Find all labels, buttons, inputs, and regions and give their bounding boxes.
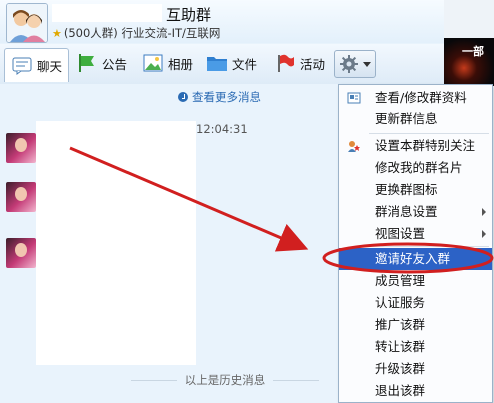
menu-item-label: 退出该群 — [375, 383, 426, 398]
menu-item-label: 推广该群 — [375, 317, 426, 332]
tab-files-label: 文件 — [232, 56, 258, 72]
group-settings-menu: 查看/修改群资料 更新群信息 设置本群特别关注 修改我的群名片 更换群图标 群消… — [338, 84, 493, 403]
history-divider: 以上是历史消息 — [110, 372, 340, 388]
settings-menu-button[interactable] — [334, 50, 376, 78]
flag-icon — [274, 53, 296, 73]
menu-item-label: 更换群图标 — [375, 182, 438, 197]
menu-item-label: 认证服务 — [375, 295, 426, 310]
menu-item-certification[interactable]: 认证服务 — [339, 292, 492, 314]
menu-item-member-management[interactable]: 成员管理 — [339, 270, 492, 292]
group-info-text: (500人群) 行业交流-IT/互联网 — [63, 26, 221, 40]
group-avatar-icon — [7, 4, 47, 42]
tab-activity[interactable]: 活动 — [274, 48, 325, 78]
ad-text: 一部 — [462, 45, 484, 58]
group-name-mask — [52, 4, 162, 22]
menu-item-promote[interactable]: 推广该群 — [339, 314, 492, 336]
clock-icon — [178, 92, 188, 102]
group-name[interactable]: 互助群 — [166, 4, 211, 25]
menu-item-transfer[interactable]: 转让该群 — [339, 336, 492, 358]
tab-notice-label: 公告 — [102, 56, 128, 72]
chevron-right-icon — [482, 208, 486, 216]
menu-item-update-info[interactable]: 更新群信息 — [339, 108, 492, 130]
menu-divider — [369, 246, 489, 247]
menu-item-label: 邀请好友入群 — [375, 251, 451, 266]
star-icon: ★ — [52, 27, 62, 40]
more-messages-link[interactable]: 查看更多消息 — [178, 89, 261, 105]
menu-item-label: 修改我的群名片 — [375, 160, 463, 175]
tab-chat-label: 聊天 — [37, 59, 63, 74]
chevron-down-icon — [363, 62, 371, 67]
menu-divider — [369, 133, 489, 134]
gear-icon — [340, 55, 358, 73]
menu-item-upgrade[interactable]: 升级该群 — [339, 358, 492, 380]
menu-item-special-follow[interactable]: 设置本群特别关注 — [339, 135, 492, 157]
menu-item-leave-group[interactable]: 退出该群 — [339, 380, 492, 402]
photo-icon — [142, 53, 164, 73]
group-header: 互助群 ★ (500人群) 行业交流-IT/互联网 — [0, 0, 444, 43]
group-info: ★ (500人群) 行业交流-IT/互联网 — [52, 25, 220, 41]
member-avatar[interactable] — [6, 182, 36, 212]
tab-album-label: 相册 — [168, 56, 194, 72]
menu-item-label: 设置本群特别关注 — [375, 138, 476, 153]
menu-item-invite-friends[interactable]: 邀请好友入群 — [339, 248, 492, 270]
menu-item-label: 升级该群 — [375, 361, 426, 376]
tab-album[interactable]: 相册 — [142, 48, 193, 78]
menu-item-label: 更新群信息 — [375, 111, 438, 126]
tab-notice[interactable]: 公告 — [76, 48, 127, 78]
chat-icon — [11, 56, 33, 76]
megaphone-icon — [76, 53, 98, 73]
group-avatar[interactable] — [6, 3, 48, 43]
more-messages-label: 查看更多消息 — [192, 90, 261, 104]
message-timestamp: 12:04:31 — [196, 122, 248, 136]
tab-chat[interactable]: 聊天 — [4, 48, 70, 82]
menu-item-label: 视图设置 — [375, 226, 426, 241]
menu-item-view-settings[interactable]: 视图设置 — [339, 223, 492, 245]
ad-banner[interactable]: 一部 — [444, 38, 494, 86]
menu-item-label: 群消息设置 — [375, 204, 438, 219]
chevron-right-icon — [482, 230, 486, 238]
message-bubble — [36, 121, 196, 365]
menu-item-label: 成员管理 — [375, 273, 426, 288]
special-follow-icon — [348, 141, 360, 152]
menu-item-label: 转让该群 — [375, 339, 426, 354]
menu-item-message-settings[interactable]: 群消息设置 — [339, 201, 492, 223]
folder-icon — [206, 53, 228, 73]
tab-files[interactable]: 文件 — [206, 48, 257, 78]
toolbar: 聊天 公告 相册 文件 活动 — [0, 44, 444, 85]
menu-item-view-edit-profile[interactable]: 查看/修改群资料 — [339, 87, 492, 109]
menu-item-label: 查看/修改群资料 — [375, 90, 467, 105]
member-avatar[interactable] — [6, 238, 36, 268]
member-avatar[interactable] — [6, 133, 36, 163]
menu-item-change-icon[interactable]: 更换群图标 — [339, 179, 492, 201]
tab-activity-label: 活动 — [300, 56, 326, 72]
profile-card-icon — [347, 92, 361, 104]
menu-item-edit-card[interactable]: 修改我的群名片 — [339, 157, 492, 179]
